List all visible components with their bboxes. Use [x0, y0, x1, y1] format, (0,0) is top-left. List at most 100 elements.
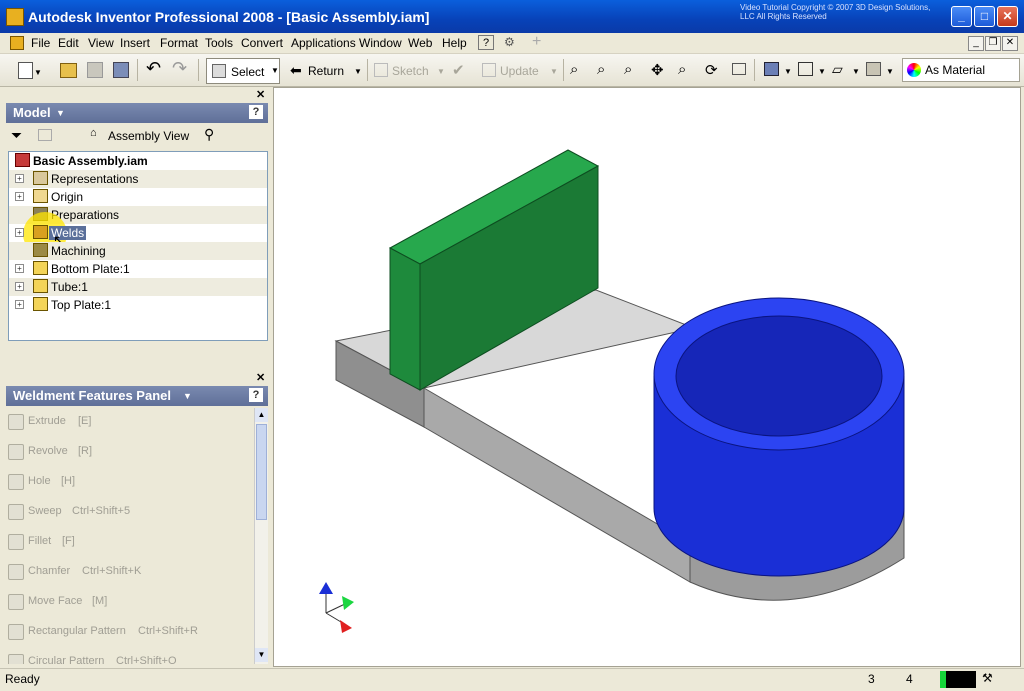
tree-item-origin[interactable]: + Origin	[9, 188, 267, 206]
chamfer-icon	[8, 564, 24, 580]
assembly-view-select[interactable]: Assembly View	[108, 129, 189, 143]
zoom-window-icon[interactable]: ⌕	[597, 61, 605, 78]
tool-hole[interactable]: Hole [H]	[6, 470, 251, 494]
panel-close-icon[interactable]: ✕	[256, 88, 265, 101]
mdi-close-button[interactable]: ✕	[1002, 36, 1018, 51]
model-panel-header[interactable]: Model ▼ ?	[6, 103, 268, 123]
assembly-view-icon[interactable]: ⌂	[90, 127, 102, 139]
expand-icon[interactable]: +	[15, 228, 24, 237]
sketch-icon[interactable]	[374, 63, 388, 77]
menu-help[interactable]: Help	[442, 36, 467, 50]
material-select[interactable]: As Material	[902, 58, 1020, 82]
tool-chamfer[interactable]: Chamfer Ctrl+Shift+K	[6, 560, 251, 584]
zoom-all-icon[interactable]: ⌕	[570, 61, 578, 78]
tree-item-representations[interactable]: + Representations	[9, 170, 267, 188]
tree-item-machining[interactable]: Machining	[9, 242, 267, 260]
select-dropdown-arrow-icon[interactable]: ▼	[271, 66, 279, 75]
pan-icon[interactable]: ✥	[651, 61, 664, 79]
minimize-button[interactable]: _	[951, 6, 972, 27]
add-icon[interactable]: +	[532, 33, 541, 51]
shadow-icon[interactable]	[798, 62, 813, 76]
camera-dropdown-arrow-icon[interactable]: ▼	[852, 67, 860, 76]
expand-icon[interactable]: +	[15, 300, 24, 309]
filter-icon[interactable]: ⏷	[11, 127, 22, 144]
graphics-viewport[interactable]	[273, 87, 1021, 667]
zoom-icon[interactable]: ⌕	[624, 61, 632, 78]
update-button[interactable]: Update	[500, 64, 539, 78]
web-tools-icon[interactable]: ⚙	[504, 35, 520, 50]
tool-shortcut: Ctrl+Shift+R	[138, 625, 198, 637]
expand-icon[interactable]: +	[15, 174, 24, 183]
tree-root[interactable]: Basic Assembly.iam	[9, 152, 267, 170]
maximize-button[interactable]: □	[974, 6, 995, 27]
update-icon[interactable]	[482, 63, 496, 77]
return-arrow-icon[interactable]: ⬅	[290, 62, 302, 79]
menu-convert[interactable]: Convert	[241, 36, 283, 50]
camera-icon[interactable]: ▱	[832, 61, 843, 78]
undo-icon[interactable]: ↶	[146, 58, 161, 79]
menu-web[interactable]: Web	[408, 36, 432, 50]
menu-edit[interactable]: Edit	[58, 36, 79, 50]
panel-close-icon[interactable]: ✕	[256, 371, 265, 384]
menu-applications[interactable]: Applications	[291, 36, 356, 50]
menu-format[interactable]: Format	[160, 36, 198, 50]
circular-pattern-icon	[8, 654, 24, 664]
menu-insert[interactable]: Insert	[120, 36, 150, 50]
return-button[interactable]: Return	[308, 64, 344, 78]
menu-file[interactable]: File	[31, 36, 50, 50]
scroll-up-icon[interactable]: ▲	[255, 408, 268, 422]
sketch-dropdown-arrow-icon[interactable]: ▼	[437, 67, 445, 76]
filter-dropdown-arrow-icon[interactable]: ▼	[886, 67, 894, 76]
expand-icon[interactable]: +	[15, 282, 24, 291]
redo-icon[interactable]: ↷	[172, 58, 187, 79]
tree-item-welds[interactable]: + Welds ↖	[9, 212, 267, 256]
shadow-dropdown-arrow-icon[interactable]: ▼	[818, 67, 826, 76]
new-dropdown-arrow-icon[interactable]: ▼	[34, 68, 42, 77]
status-indicator-black	[946, 671, 976, 688]
document-icon[interactable]	[10, 36, 24, 50]
tool-extrude[interactable]: Extrude [E]	[6, 410, 251, 434]
zoom-selected-icon[interactable]: ⌕	[678, 61, 686, 78]
whats-this-help-icon[interactable]: ?	[478, 35, 494, 50]
tool-fillet[interactable]: Fillet [F]	[6, 530, 251, 554]
menu-view[interactable]: View	[88, 36, 114, 50]
expand-icon[interactable]: +	[15, 264, 24, 273]
tool-revolve[interactable]: Revolve [R]	[6, 440, 251, 464]
tool-move-face[interactable]: Move Face [M]	[6, 590, 251, 614]
display-mode-shaded-icon[interactable]	[764, 62, 779, 76]
sketch-button[interactable]: Sketch	[392, 64, 429, 78]
find-binoculars-icon[interactable]: ⚲	[204, 126, 214, 143]
rotate-icon[interactable]: ⟳	[705, 61, 718, 79]
inventor-app-icon[interactable]	[6, 8, 24, 26]
scroll-thumb[interactable]	[256, 424, 267, 520]
tree-item-bottom-plate[interactable]: + Bottom Plate:1	[9, 260, 267, 278]
tree-item-tube[interactable]: + Tube:1	[9, 278, 267, 296]
weldment-scrollbar[interactable]: ▲ ▼	[254, 408, 268, 664]
selection-filter-icon[interactable]	[866, 62, 881, 76]
menu-tools[interactable]: Tools	[205, 36, 233, 50]
mdi-minimize-button[interactable]: _	[968, 36, 984, 51]
open-folder-icon[interactable]	[60, 63, 77, 78]
check-icon[interactable]: ✔	[452, 61, 465, 79]
project-icon[interactable]	[87, 62, 103, 78]
close-button[interactable]: ✕	[997, 6, 1018, 27]
scroll-down-icon[interactable]: ▼	[255, 648, 268, 662]
save-icon[interactable]	[113, 62, 129, 78]
display-dropdown-arrow-icon[interactable]: ▼	[784, 67, 792, 76]
tool-circular-pattern[interactable]: Circular Pattern Ctrl+Shift+O	[6, 650, 251, 664]
look-at-icon[interactable]	[732, 63, 746, 75]
menu-window[interactable]: Window	[359, 36, 402, 50]
expand-icon[interactable]: +	[15, 192, 24, 201]
weldment-panel-header[interactable]: Weldment Features Panel ▼ ?	[6, 386, 268, 406]
mdi-restore-button[interactable]: ❐	[985, 36, 1001, 51]
new-file-icon[interactable]	[18, 62, 33, 79]
tree-item-top-plate[interactable]: + Top Plate:1	[9, 296, 267, 314]
select-button[interactable]: Select	[206, 58, 280, 84]
update-dropdown-arrow-icon[interactable]: ▼	[550, 67, 558, 76]
tool-sweep[interactable]: Sweep Ctrl+Shift+5	[6, 500, 251, 524]
browser-option-icon[interactable]	[38, 129, 52, 141]
return-dropdown-arrow-icon[interactable]: ▼	[354, 67, 362, 76]
panel-help-icon[interactable]: ?	[249, 388, 263, 402]
tool-rectangular-pattern[interactable]: Rectangular Pattern Ctrl+Shift+R	[6, 620, 251, 644]
panel-help-icon[interactable]: ?	[249, 105, 263, 119]
